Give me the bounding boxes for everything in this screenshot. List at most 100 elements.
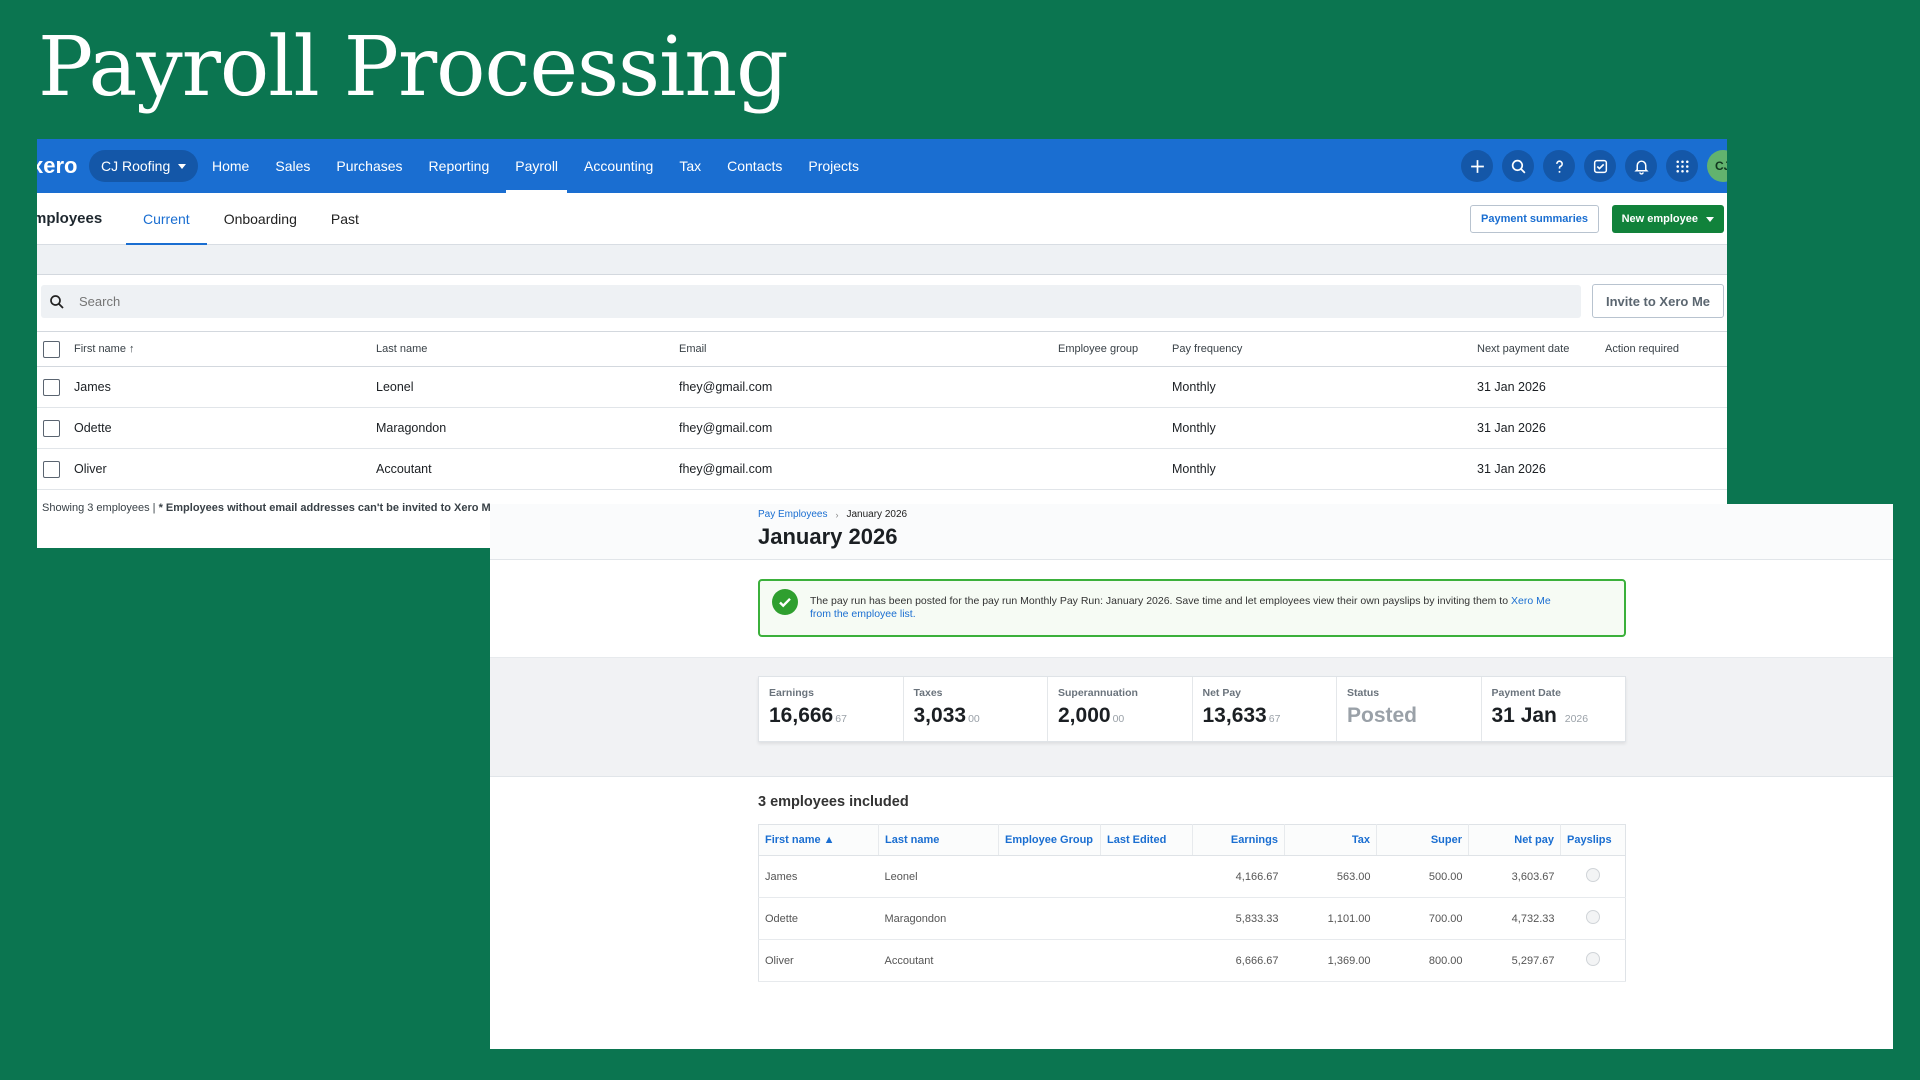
stat-earnings: Earnings 16,666 67: [759, 677, 904, 741]
col-action-required[interactable]: Action required: [1605, 331, 1727, 367]
xero-me-link[interactable]: Xero Me: [1511, 595, 1551, 607]
nav-contacts[interactable]: Contacts: [714, 139, 795, 193]
user-avatar[interactable]: CJ: [1707, 150, 1727, 182]
col-employee-group[interactable]: Employee Group: [998, 824, 1101, 856]
nav-accounting[interactable]: Accounting: [571, 139, 666, 193]
first-name: James: [758, 855, 879, 898]
first-name[interactable]: James: [74, 366, 376, 408]
table-row[interactable]: Oliver Accoutant fhey@gmail.com Monthly …: [37, 448, 1727, 490]
col-email[interactable]: Email: [679, 331, 1058, 367]
table-row[interactable]: Odette Maragondon fhey@gmail.com Monthly…: [37, 407, 1727, 449]
notice-message: The pay run has been posted for the pay …: [810, 595, 1511, 607]
col-pay-frequency[interactable]: Pay frequency: [1172, 331, 1477, 367]
last-name: Maragondon: [376, 407, 679, 449]
action-required: [1605, 366, 1727, 408]
checklist-icon[interactable]: [1584, 150, 1616, 182]
new-employee-button[interactable]: New employee: [1611, 205, 1724, 233]
stat-status: Status Posted: [1337, 677, 1482, 741]
col-next-payment-date[interactable]: Next payment date: [1477, 331, 1605, 367]
col-earnings[interactable]: Earnings: [1192, 824, 1285, 856]
nav-reporting[interactable]: Reporting: [416, 139, 503, 193]
table-row[interactable]: Odette Maragondon 5,833.33 1,101.00 700.…: [758, 897, 1626, 940]
stat-label: Payment Date: [1491, 687, 1561, 699]
employee-list-link[interactable]: from the employee list.: [810, 608, 916, 620]
last-name: Accoutant: [376, 448, 679, 490]
col-first-name[interactable]: First name ↑: [74, 331, 376, 367]
col-first-name[interactable]: First name ▲: [758, 824, 879, 856]
payslip-toggle[interactable]: [1585, 910, 1600, 924]
pay-frequency: Monthly: [1172, 448, 1477, 490]
stat-payment-date: Payment Date 31 Jan 2026: [1482, 677, 1626, 741]
bell-icon[interactable]: [1625, 150, 1657, 182]
payment-summaries-button[interactable]: Payment summaries: [1470, 205, 1599, 233]
invite-to-xero-me-button[interactable]: Invite to Xero Me: [1592, 284, 1724, 318]
search-icon[interactable]: [1502, 150, 1534, 182]
payrun-summary-card: Earnings 16,666 67 Taxes 3,033 00 Superann…: [758, 676, 1626, 742]
col-net-pay[interactable]: Net pay: [1468, 824, 1561, 856]
super: 800.00: [1376, 939, 1469, 982]
stat-label: Superannuation: [1058, 687, 1138, 699]
col-last-name[interactable]: Last name: [878, 824, 999, 856]
table-row[interactable]: Oliver Accoutant 6,666.67 1,369.00 800.0…: [758, 939, 1626, 982]
stat-net-pay: Net Pay 13,633 67: [1193, 677, 1337, 741]
stat-label: Taxes: [913, 687, 943, 699]
tab-current[interactable]: Current: [126, 193, 207, 245]
status-badge: Posted: [1347, 704, 1418, 727]
stat-taxes: Taxes 3,033 00: [904, 677, 1048, 741]
search-box[interactable]: [41, 285, 1581, 318]
nav-links: Home Sales Purchases Reporting Payroll A…: [199, 139, 872, 193]
table-row[interactable]: James Leonel fhey@gmail.com Monthly 31 J…: [37, 366, 1727, 408]
xero-logo[interactable]: xero: [37, 153, 77, 179]
tab-past[interactable]: Past: [314, 193, 376, 245]
row-checkbox[interactable]: [43, 378, 60, 396]
employees-screen: xero CJ Roofing Home Sales Purchases Rep…: [37, 139, 1727, 548]
first-name[interactable]: Oliver: [74, 448, 376, 490]
first-name[interactable]: Odette: [74, 407, 376, 449]
help-icon[interactable]: [1543, 150, 1575, 182]
payslip-toggle[interactable]: [1585, 868, 1600, 882]
nav-home[interactable]: Home: [199, 139, 262, 193]
apps-grid-icon[interactable]: [1666, 150, 1698, 182]
plus-icon[interactable]: [1461, 150, 1493, 182]
nav-sales[interactable]: Sales: [262, 139, 323, 193]
tab-onboarding[interactable]: Onboarding: [207, 193, 314, 245]
employee-group: [1058, 448, 1172, 490]
employee-count-note: Showing 3 employees | * Employees withou…: [42, 502, 491, 514]
nav-projects[interactable]: Projects: [795, 139, 872, 193]
select-all-checkbox[interactable]: [43, 340, 60, 358]
last-edited: [1100, 855, 1193, 898]
nav-purchases[interactable]: Purchases: [323, 139, 415, 193]
col-employee-group[interactable]: Employee group: [1058, 331, 1172, 367]
tax: 1,101.00: [1284, 897, 1377, 940]
stat-value: 2,000 00: [1058, 704, 1125, 727]
col-last-edited[interactable]: Last Edited: [1100, 824, 1193, 856]
last-name: Accoutant: [878, 939, 999, 982]
last-name: Leonel: [376, 366, 679, 408]
stat-value: 16,666 67: [769, 704, 847, 727]
col-tax[interactable]: Tax: [1284, 824, 1377, 856]
earnings: 5,833.33: [1192, 897, 1285, 940]
payslip-toggle[interactable]: [1585, 952, 1600, 966]
employees-table: First name ↑ Last name Email Employee gr…: [37, 331, 1727, 490]
col-payslips[interactable]: Payslips: [1560, 824, 1626, 856]
employee-group: [998, 939, 1101, 982]
table-row[interactable]: James Leonel 4,166.67 563.00 500.00 3,60…: [758, 855, 1626, 898]
earnings: 6,666.67: [1192, 939, 1285, 982]
notice-text: The pay run has been posted for the pay …: [810, 595, 1551, 621]
tax: 1,369.00: [1284, 939, 1377, 982]
row-checkbox[interactable]: [43, 419, 60, 437]
nav-payroll[interactable]: Payroll: [502, 139, 571, 193]
employee-tabs: Current Onboarding Past: [126, 193, 376, 245]
breadcrumb-pay-employees[interactable]: Pay Employees: [758, 509, 827, 520]
super: 500.00: [1376, 855, 1469, 898]
org-switcher[interactable]: CJ Roofing: [89, 150, 199, 182]
nav-icons: CJ: [1461, 139, 1727, 193]
col-last-name[interactable]: Last name: [376, 331, 679, 367]
search-input[interactable]: [79, 294, 479, 309]
employee-count: Showing 3 employees |: [42, 502, 159, 514]
last-name: Leonel: [878, 855, 999, 898]
col-super[interactable]: Super: [1376, 824, 1469, 856]
nav-tax[interactable]: Tax: [666, 139, 714, 193]
row-checkbox[interactable]: [43, 460, 60, 478]
action-required: [1605, 448, 1727, 490]
